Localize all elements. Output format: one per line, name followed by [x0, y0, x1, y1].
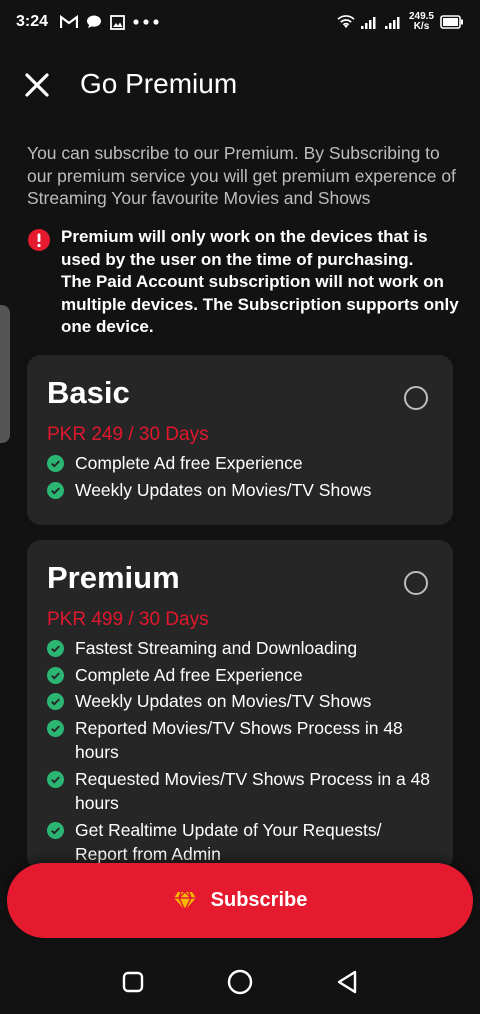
- system-nav-bar: [0, 950, 480, 1014]
- edge-panel-handle[interactable]: [0, 305, 10, 443]
- feature-text: Fastest Streaming and Downloading: [75, 638, 358, 658]
- home-icon: [227, 969, 253, 995]
- feature-text: Complete Ad free Experience: [75, 664, 303, 685]
- diamond-icon: [173, 890, 196, 911]
- feature-text: Get Realtime Update of Your Requests/ Re…: [75, 819, 382, 865]
- feature-text: Requested Movies/TV Shows Process in a 4…: [75, 768, 431, 814]
- feature-text: Complete Ad free Experience: [75, 453, 303, 473]
- feature-item: Complete Ad free Experience: [47, 451, 433, 476]
- back-button[interactable]: [333, 968, 361, 996]
- network-speed-unit: K/s: [413, 21, 430, 32]
- feature-list: Fastest Streaming and Downloading Comple…: [47, 636, 433, 867]
- close-button[interactable]: [24, 72, 50, 98]
- check-circle-icon: [47, 770, 64, 788]
- intro-text: You can subscribe to our Premium. By Sub…: [27, 143, 456, 208]
- warning-notice: Premium will only work on the devices th…: [27, 226, 467, 339]
- header: Go Premium: [0, 60, 480, 110]
- page-title: Go Premium: [80, 68, 238, 99]
- check-circle-icon: [47, 719, 64, 737]
- check-circle-icon: [47, 666, 64, 684]
- plan-radio-basic[interactable]: [404, 386, 428, 410]
- status-time: 3:24: [16, 13, 49, 30]
- plan-name: Basic: [47, 375, 130, 410]
- plan-card-premium[interactable]: Premium PKR 499 / 30 Days Fastest Stream…: [27, 540, 453, 870]
- wifi-icon: [337, 15, 355, 29]
- feature-text: Weekly Updates on Movies/TV Shows: [75, 691, 372, 711]
- warning-text: Premium will only work on the devices th…: [61, 227, 459, 336]
- feature-item: Fastest Streaming and Downloading: [47, 636, 433, 661]
- plan-price: PKR 249 / 30 Days: [47, 424, 209, 445]
- chat-icon: [86, 14, 102, 30]
- check-circle-icon: [47, 455, 64, 472]
- battery-icon: [440, 15, 464, 29]
- back-icon: [337, 970, 356, 994]
- check-circle-icon: [47, 821, 64, 839]
- feature-list: Complete Ad free Experience Weekly Updat…: [47, 451, 433, 502]
- signal-icon-2: [384, 16, 403, 29]
- plan-name: Premium: [47, 560, 180, 595]
- status-bar: 3:24 249.5 K/s: [0, 0, 480, 44]
- signal-icon: [360, 16, 379, 29]
- home-button[interactable]: [226, 968, 254, 996]
- feature-item: Complete Ad free Experience: [47, 663, 433, 688]
- network-speed: 249.5 K/s: [409, 12, 434, 32]
- plan-radio-premium[interactable]: [404, 571, 428, 595]
- subscribe-label: Subscribe: [210, 889, 308, 911]
- plan-card-basic[interactable]: Basic PKR 249 / 30 Days Complete Ad free…: [27, 355, 453, 525]
- feature-item: Reported Movies/TV Shows Process in 48 h…: [47, 716, 433, 765]
- recents-icon: [123, 971, 144, 993]
- feature-text: Weekly Updates on Movies/TV Shows: [75, 479, 372, 500]
- warning-icon: [27, 228, 51, 252]
- feature-item: Weekly Updates on Movies/TV Shows: [47, 689, 433, 714]
- gmail-icon: [60, 15, 79, 29]
- feature-item: Get Realtime Update of Your Requests/ Re…: [47, 818, 433, 867]
- close-icon: [25, 73, 49, 97]
- gallery-icon: [110, 14, 125, 30]
- feature-text: Reported Movies/TV Shows Process in 48 h…: [75, 717, 403, 763]
- more-dots-icon: [133, 19, 159, 25]
- feature-item: Weekly Updates on Movies/TV Shows: [47, 478, 433, 503]
- check-circle-icon: [47, 693, 64, 710]
- feature-item: Requested Movies/TV Shows Process in a 4…: [47, 767, 433, 816]
- subscribe-button[interactable]: Subscribe: [7, 863, 473, 938]
- plan-price: PKR 499 / 30 Days: [47, 609, 209, 630]
- recents-button[interactable]: [119, 968, 147, 996]
- check-circle-icon: [47, 481, 64, 499]
- check-circle-icon: [47, 640, 64, 657]
